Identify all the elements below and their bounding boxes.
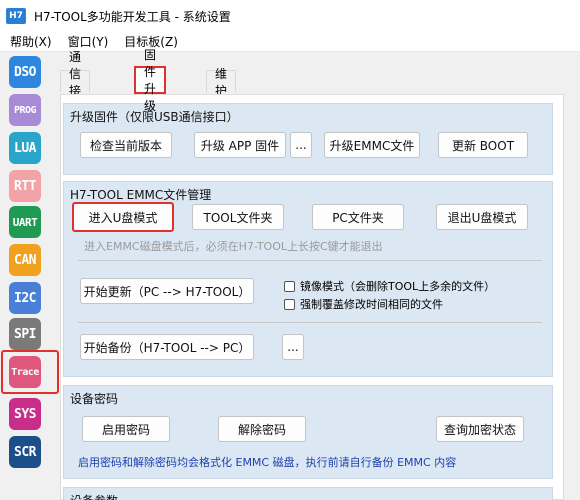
sidebar-uart-button[interactable]: UART <box>9 206 41 238</box>
tab-label: 固件升级 <box>144 48 157 113</box>
checkbox-label: 镜像模式（会删除TOOL上多余的文件） <box>300 280 496 293</box>
device-password-group: 设备密码 启用密码 解除密码 查询加密状态 启用密码和解除密码均会格式化 EMM… <box>63 385 553 479</box>
udisk-exit-hint: 进入EMMC磁盘模式后，必须在H7-TOOL上长按C键才能退出 <box>84 240 383 253</box>
window-title: H7-TOOL多功能开发工具 - 系统设置 <box>34 9 231 24</box>
sidebar-dso-button[interactable]: DSO <box>9 56 41 88</box>
group-title: 设备参数 <box>70 492 118 500</box>
start-update-button[interactable]: 开始更新（PC --> H7-TOOL） <box>80 278 254 304</box>
upgrade-emmc-button[interactable]: 升级EMMC文件 <box>324 132 420 158</box>
group-title: 设备密码 <box>70 392 119 406</box>
upgrade-app-browse-button[interactable]: ... <box>290 132 312 158</box>
tab-firmware-upgrade[interactable]: 固件升级 <box>134 48 167 113</box>
pc-folder-button[interactable]: PC文件夹 <box>312 204 404 230</box>
emmc-file-management-group: H7-TOOL EMMC文件管理 进入U盘模式 TOOL文件夹 PC文件夹 退出… <box>63 181 553 377</box>
sidebar-prog-button[interactable]: PROG <box>9 94 41 126</box>
sidebar-can-button[interactable]: CAN <box>9 244 41 276</box>
sidebar-scr-button[interactable]: SCR <box>9 436 41 468</box>
sidebar-sys-button[interactable]: SYS <box>9 398 41 430</box>
menu-bar: 帮助(X) 窗口(Y) 目标板(Z) <box>0 32 580 52</box>
remove-password-button[interactable]: 解除密码 <box>218 416 306 442</box>
update-boot-button[interactable]: 更新 BOOT <box>438 132 528 158</box>
sidebar: DSO PROG LUA RTT UART CAN I2C SPI Trace … <box>0 52 52 500</box>
query-encryption-button[interactable]: 查询加密状态 <box>436 416 524 442</box>
tab-comm-interface[interactable]: 通信接口 <box>60 50 91 115</box>
tab-content-panel: 升级固件（仅限USB通信接口） 检查当前版本 升级 APP 固件 ... 升级E… <box>60 94 564 500</box>
separator <box>78 322 542 323</box>
tab-maintenance[interactable]: 维护 <box>206 67 237 98</box>
tool-folder-button[interactable]: TOOL文件夹 <box>192 204 284 230</box>
mirror-mode-checkbox[interactable]: 镜像模式（会删除TOOL上多余的文件） <box>284 278 495 294</box>
password-format-warning: 启用密码和解除密码均会格式化 EMMC 磁盘，执行前请自行备份 EMMC 内容 <box>78 456 457 469</box>
checkbox-box <box>284 298 295 310</box>
enable-password-button[interactable]: 启用密码 <box>82 416 170 442</box>
start-backup-button[interactable]: 开始备份（H7-TOOL --> PC） <box>80 334 254 360</box>
upgrade-app-button[interactable]: 升级 APP 固件 <box>194 132 286 158</box>
app-icon: H7 <box>6 8 26 24</box>
upgrade-firmware-group: 升级固件（仅限USB通信接口） 检查当前版本 升级 APP 固件 ... 升级E… <box>63 103 553 175</box>
group-title: H7-TOOL EMMC文件管理 <box>70 188 212 202</box>
sidebar-spi-button[interactable]: SPI <box>9 318 41 350</box>
sidebar-selection-highlight <box>1 350 59 394</box>
check-version-button[interactable]: 检查当前版本 <box>80 132 172 158</box>
enter-udisk-mode-button[interactable]: 进入U盘模式 <box>72 202 174 232</box>
sidebar-i2c-button[interactable]: I2C <box>9 282 41 314</box>
force-overwrite-checkbox[interactable]: 强制覆盖修改时间相同的文件 <box>284 296 443 312</box>
checkbox-box <box>284 280 295 292</box>
title-bar: H7 H7-TOOL多功能开发工具 - 系统设置 <box>0 0 580 32</box>
sidebar-lua-button[interactable]: LUA <box>9 132 41 164</box>
backup-browse-button[interactable]: ... <box>282 334 304 360</box>
device-parameters-group: 设备参数 <box>63 487 553 500</box>
checkbox-label: 强制覆盖修改时间相同的文件 <box>300 298 443 311</box>
separator <box>78 260 542 261</box>
sidebar-rtt-button[interactable]: RTT <box>9 170 41 202</box>
exit-udisk-mode-button[interactable]: 退出U盘模式 <box>436 204 528 230</box>
menu-help[interactable]: 帮助(X) <box>4 33 58 50</box>
